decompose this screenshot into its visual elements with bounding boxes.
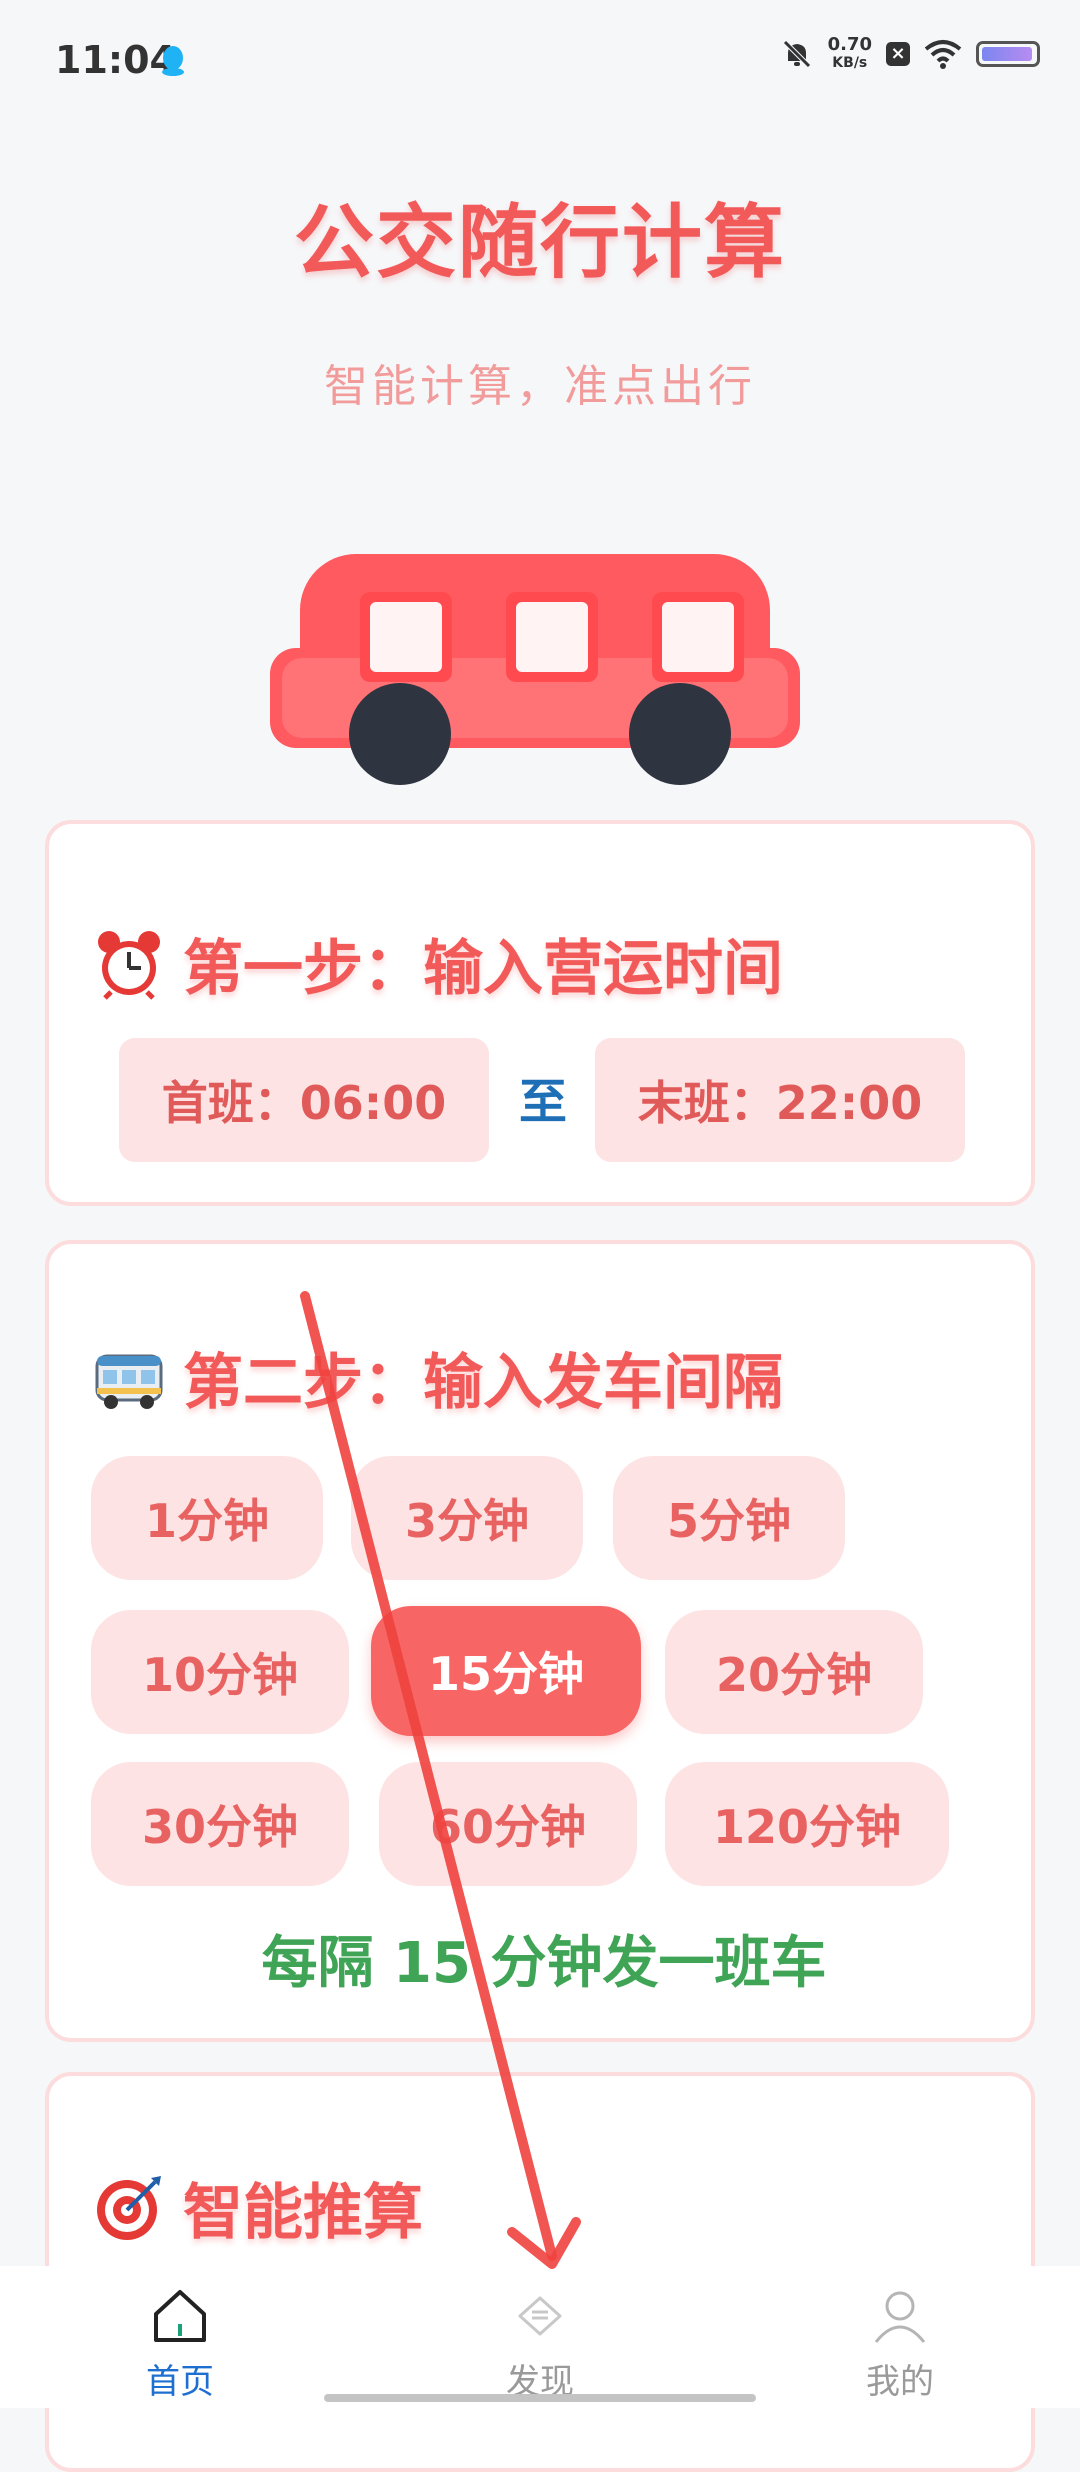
page-title: 公交随行计算 bbox=[294, 196, 786, 289]
interval-option-15-selected[interactable]: 15分钟 bbox=[371, 1606, 641, 1736]
bus-illustration bbox=[270, 554, 800, 785]
interval-summary: 每隔 15 分钟发一班车 bbox=[261, 1931, 827, 1996]
battery-icon bbox=[976, 41, 1040, 67]
interval-option-20[interactable]: 20分钟 bbox=[665, 1610, 923, 1734]
last-bus-time[interactable]: 末班：22:00 bbox=[595, 1038, 965, 1162]
step2-title: 第二步：输入发车间隔 bbox=[93, 1334, 783, 1421]
interval-option-1[interactable]: 1分钟 bbox=[91, 1456, 323, 1580]
page-subtitle: 智能计算，准点出行 bbox=[324, 361, 756, 412]
interval-option-60[interactable]: 60分钟 bbox=[379, 1762, 637, 1886]
nav-discover[interactable]: 发现 bbox=[440, 2286, 640, 2403]
net-speed: 0.70 KB/s bbox=[827, 34, 872, 72]
close-box-icon: × bbox=[886, 42, 910, 66]
nav-me[interactable]: 我的 bbox=[800, 2286, 1000, 2403]
step1-title: 第一步：输入营运时间 bbox=[93, 920, 783, 1007]
alarm-clock-icon bbox=[98, 930, 160, 1000]
compass-icon bbox=[518, 2296, 562, 2336]
status-icons: 0.70 KB/s × bbox=[780, 36, 1040, 72]
user-icon bbox=[874, 2291, 926, 2343]
interval-option-10[interactable]: 10分钟 bbox=[91, 1610, 349, 1734]
home-indicator[interactable] bbox=[324, 2394, 756, 2402]
first-bus-time[interactable]: 首班：06:00 bbox=[119, 1038, 489, 1162]
interval-option-3[interactable]: 3分钟 bbox=[351, 1456, 583, 1580]
qq-icon bbox=[162, 46, 184, 76]
interval-option-5[interactable]: 5分钟 bbox=[613, 1456, 845, 1580]
target-icon bbox=[97, 2175, 161, 2240]
interval-option-30[interactable]: 30分钟 bbox=[91, 1762, 349, 1886]
wifi-icon bbox=[924, 40, 962, 69]
bus-icon bbox=[95, 1354, 163, 1409]
step1-card: 第一步：输入营运时间 首班：06:00 至 末班：22:00 bbox=[45, 820, 1035, 1206]
status-bar: 11:04 0.70 KB/s × bbox=[0, 0, 1080, 120]
mute-bell-icon bbox=[782, 40, 811, 68]
to-label: 至 bbox=[519, 1074, 568, 1130]
status-time: 11:04 bbox=[55, 38, 176, 82]
nav-home[interactable]: 首页 bbox=[80, 2286, 280, 2403]
home-icon bbox=[154, 2290, 206, 2342]
step3-title: 智能推算 bbox=[93, 2164, 423, 2251]
interval-option-120[interactable]: 120分钟 bbox=[665, 1762, 949, 1886]
bottom-nav: 首页 发现 我的 bbox=[0, 2266, 1080, 2408]
step2-card: 第二步：输入发车间隔 1分钟 3分钟 5分钟 10分钟 15分钟 20分钟 30… bbox=[45, 1240, 1035, 2042]
